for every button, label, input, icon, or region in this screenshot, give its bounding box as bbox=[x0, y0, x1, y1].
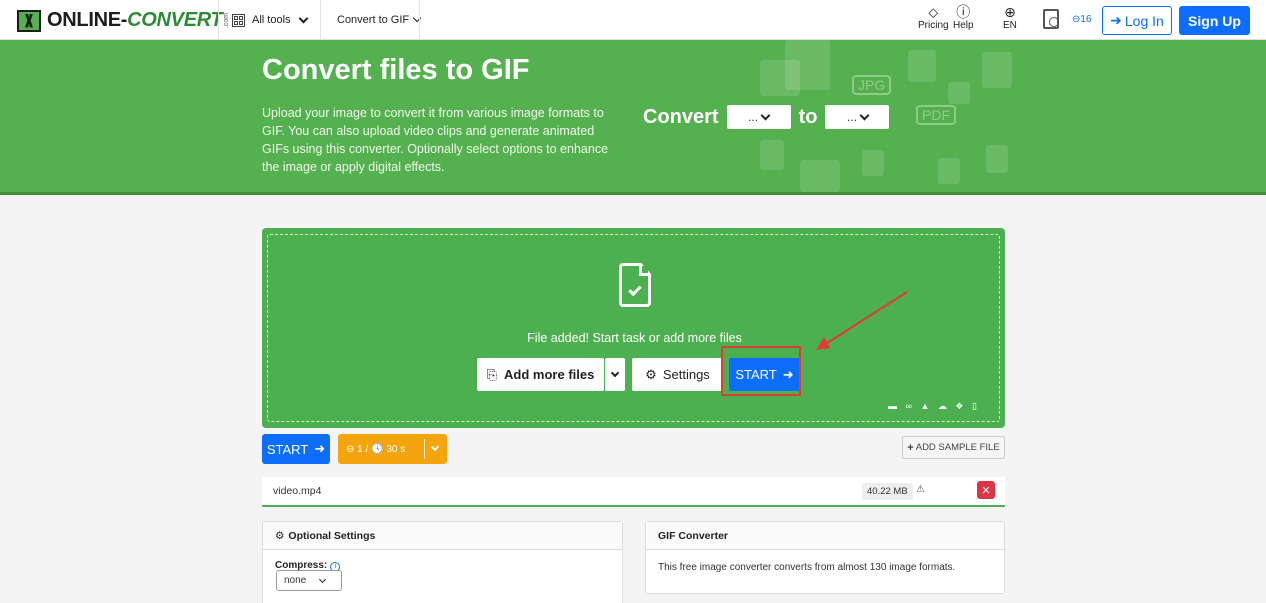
chevron-down-icon bbox=[430, 442, 440, 452]
chevron-down-icon bbox=[319, 575, 327, 583]
logo-text-a: ONLINE- bbox=[47, 9, 128, 31]
gif-converter-description: This free image converter converts from … bbox=[658, 562, 956, 573]
add-file-icon: ⎘ bbox=[486, 366, 498, 382]
add-more-files-button[interactable]: ⎘ Add more files bbox=[477, 358, 604, 391]
credit-usage-button[interactable]: ⊖ 1 / 🕓 30 s bbox=[338, 434, 447, 464]
folder-icon[interactable]: ▬ bbox=[888, 401, 900, 411]
page-description: Upload your image to convert it from var… bbox=[262, 106, 609, 174]
pricing-link[interactable]: ⬦ Pricing bbox=[918, 4, 949, 31]
to-label: to bbox=[798, 105, 818, 128]
start-conversion-button[interactable]: START ➜ bbox=[262, 434, 330, 464]
add-sample-file-button[interactable]: + ADD SAMPLE FILE bbox=[902, 436, 1005, 459]
onedrive-icon[interactable]: ☁ bbox=[938, 401, 950, 411]
question-icon: ⓘ bbox=[956, 4, 971, 20]
deco-file-icon bbox=[760, 140, 784, 170]
deco-jpg-icon: JPG bbox=[852, 75, 892, 95]
tag-icon: ⬦ bbox=[928, 4, 939, 20]
logo-icon bbox=[17, 9, 41, 32]
arrow-right-icon: ➜ bbox=[314, 441, 326, 456]
chevron-down-icon bbox=[298, 13, 308, 23]
signup-button[interactable]: Sign Up bbox=[1179, 6, 1250, 35]
hero-divider bbox=[0, 192, 1266, 195]
upload-source-icons[interactable]: ▬ ∞ ▲ ☁ ❖ ▯ bbox=[888, 401, 980, 412]
top-header: ONLINE-CONVERT .com All tools Convert to… bbox=[0, 0, 1266, 40]
deco-graph-icon bbox=[800, 160, 840, 192]
gear-icon: ⚙ bbox=[645, 366, 657, 382]
close-icon: ✕ bbox=[981, 484, 991, 497]
help-link[interactable]: ⓘ Help bbox=[953, 4, 974, 31]
settings-button[interactable]: ⚙ Settings bbox=[632, 358, 723, 391]
deco-pdf-icon: PDF bbox=[916, 105, 956, 125]
gear-icon: ⚙ bbox=[275, 529, 285, 542]
from-format-select[interactable]: ... bbox=[726, 105, 791, 129]
file-size-badge: 40.22 MB bbox=[862, 483, 913, 500]
grid-icon bbox=[232, 13, 245, 27]
credits-counter[interactable]: ⊖16 bbox=[1072, 14, 1092, 25]
all-tools-label: All tools bbox=[252, 14, 291, 26]
to-format-select[interactable]: ... bbox=[825, 105, 890, 129]
convert-label: Convert bbox=[643, 105, 719, 128]
annotation-arrow bbox=[816, 291, 908, 350]
deco-image-icon bbox=[908, 50, 936, 82]
language-selector[interactable]: ⊕ EN bbox=[1003, 4, 1017, 31]
clipboard-icon[interactable]: ▯ bbox=[972, 401, 980, 411]
deco-file-icon bbox=[986, 145, 1008, 173]
hero-banner: JPG PDF Convert files to GIF Upload your… bbox=[0, 40, 1266, 195]
nav-divider bbox=[419, 0, 420, 40]
file-list-item: video.mp4 40.22 MB ⚠ ✕ bbox=[262, 477, 1005, 507]
archive-icon[interactable]: ⚠ bbox=[916, 484, 925, 495]
nav-divider bbox=[320, 0, 321, 40]
google-drive-icon[interactable]: ▲ bbox=[920, 401, 932, 411]
logo[interactable]: ONLINE-CONVERT .com bbox=[17, 9, 230, 32]
deco-file-icon bbox=[938, 158, 960, 184]
logo-text-b: CONVERT bbox=[127, 9, 223, 31]
deco-file-icon bbox=[948, 82, 970, 104]
gif-converter-panel: GIF Converter This free image converter … bbox=[645, 521, 1005, 594]
format-selector-row: Convert ... to ... bbox=[643, 105, 897, 129]
clock-icon: 🕓 bbox=[371, 443, 384, 455]
gif-converter-title: GIF Converter bbox=[646, 522, 1004, 550]
nav-divider bbox=[218, 0, 219, 40]
plus-icon: + bbox=[907, 441, 914, 454]
optional-settings-title: Optional Settings bbox=[288, 529, 376, 542]
deco-chart-icon bbox=[982, 52, 1012, 88]
credit-icon: ⊖ bbox=[346, 443, 355, 455]
add-more-files-dropdown[interactable] bbox=[605, 358, 625, 391]
file-name: video.mp4 bbox=[273, 485, 322, 497]
credit-divider bbox=[424, 439, 425, 459]
convert-to-gif-menu[interactable]: Convert to GIF bbox=[337, 0, 422, 40]
login-button[interactable]: ➜ Log In bbox=[1102, 6, 1172, 35]
highlight-box bbox=[721, 346, 801, 396]
deco-file-icon bbox=[862, 150, 884, 176]
page-title: Convert files to GIF bbox=[262, 54, 530, 86]
logo-com: .com bbox=[223, 12, 231, 29]
optional-settings-panel: ⚙ Optional Settings Compress: i none bbox=[262, 521, 623, 603]
remove-file-button[interactable]: ✕ bbox=[977, 481, 995, 499]
chevron-down-icon bbox=[760, 110, 771, 120]
task-history-icon[interactable] bbox=[1043, 9, 1059, 29]
link-icon[interactable]: ∞ bbox=[906, 401, 915, 411]
login-icon: ➜ bbox=[1110, 12, 1122, 28]
chevron-down-icon bbox=[610, 368, 620, 378]
file-fold-icon bbox=[639, 265, 650, 276]
compress-select[interactable]: none bbox=[276, 570, 342, 591]
chevron-down-icon bbox=[412, 13, 422, 23]
convert-to-label: Convert to GIF bbox=[337, 14, 410, 26]
deco-mail-icon bbox=[760, 60, 800, 96]
globe-icon: ⊕ bbox=[1004, 4, 1016, 20]
dropbox-icon[interactable]: ❖ bbox=[955, 401, 966, 411]
chevron-down-icon bbox=[859, 110, 870, 120]
all-tools-menu[interactable]: All tools bbox=[232, 0, 308, 40]
